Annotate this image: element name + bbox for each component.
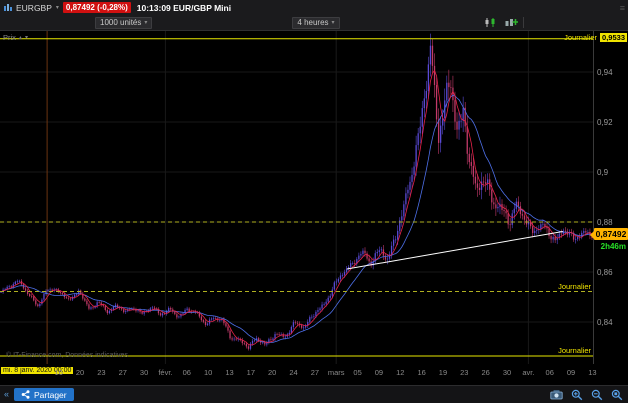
time-axis-label: 09 [566, 368, 576, 377]
chart-toolbar: 1000 unités ▾ 4 heures ▾ [0, 15, 628, 31]
price-chart-canvas[interactable] [0, 31, 593, 364]
time-axis-label: 19 [438, 368, 448, 377]
chevron-down-icon: ▾ [331, 19, 335, 26]
data-provider-watermark: © IT-Finance.com, Données indicatives [6, 352, 128, 359]
time-axis[interactable]: mi. 8 janv. 2020 00:00 16 20 23 27 30 févr. 06 1… [0, 364, 626, 382]
price-axis-label: 0,86 [597, 267, 613, 277]
chart-area: Prix ▴ ▾ © IT-Finance.com, Données indic… [0, 31, 628, 385]
level-name: Journalier [558, 281, 591, 291]
time-axis-label: 13 [588, 368, 597, 377]
time-axis-label: 20 [268, 368, 277, 377]
zoom-in-icon[interactable] [569, 388, 584, 401]
chevron-down-icon[interactable]: ▾ [25, 34, 28, 41]
add-chart-icon[interactable] [503, 16, 519, 29]
time-axis-label: 06 [545, 368, 554, 377]
toolbar-divider [523, 17, 524, 28]
time-axis-label: 13 [225, 368, 234, 377]
price-axis-label: 0,88 [597, 217, 613, 227]
chevron-down-icon[interactable]: ▾ [56, 5, 59, 11]
time-axis-label: 10 [203, 368, 213, 377]
time-axis-label: mars [327, 368, 345, 377]
daily-level-label: Journalier [558, 346, 591, 355]
time-axis-label: 20 [75, 368, 85, 377]
quantity-value: 1000 unités [100, 18, 142, 27]
status-bar: « Partager [0, 385, 628, 403]
candle-countdown: 2h46m [600, 241, 626, 251]
snapshot-camera-icon[interactable] [549, 388, 564, 401]
time-axis-label: 30 [502, 368, 512, 377]
trading-platform-window: EURGBP ▾ 0,87492 (-0,28%) 10:13:09 EUR/G… [0, 0, 628, 403]
time-axis-label: 24 [289, 368, 298, 377]
quantity-dropdown[interactable]: 1000 unités ▾ [95, 16, 153, 29]
time-axis-label: 05 [353, 368, 362, 377]
collapse-panel-icon[interactable]: « [4, 390, 9, 399]
title-bar: EURGBP ▾ 0,87492 (-0,28%) 10:13:09 EUR/G… [0, 0, 628, 15]
price-axis[interactable]: 0,87492 2h46m 0,84 0,86 0,88 0,9 0,92 0,94 [590, 31, 628, 364]
share-icon [21, 390, 30, 399]
time-axis-label: 26 [481, 368, 490, 377]
level-name: Journalier [558, 346, 591, 355]
daily-level-label: Journalier [558, 282, 591, 291]
price-axis-label: 0,94 [597, 67, 613, 77]
chevron-down-icon: ▾ [144, 19, 148, 26]
time-axis-label: 27 [310, 368, 320, 377]
panel-title: Prix [3, 33, 16, 42]
zoom-controls [549, 388, 624, 401]
time-axis-label: 06 [182, 368, 191, 377]
time-axis-label: 27 [118, 368, 127, 377]
level-value-badge: 0,9533 [600, 33, 627, 42]
time-axis-label: 12 [396, 368, 405, 377]
timeframe-value: 4 heures [297, 18, 329, 27]
price-axis-label: 0,84 [597, 317, 613, 327]
time-axis-label: 23 [97, 368, 106, 377]
chevron-up-icon[interactable]: ▴ [19, 34, 22, 41]
time-axis-label: 17 [246, 368, 255, 377]
current-price-marker: 0,87492 [590, 227, 628, 240]
share-label: Partager [34, 389, 67, 400]
daily-level-label: Journalier 0,9533 [564, 33, 627, 42]
time-axis-label: 16 [54, 368, 63, 377]
share-button[interactable]: Partager [14, 388, 74, 401]
session-info: 10:13:09 EUR/GBP Mini [136, 2, 232, 13]
time-axis-label: avr. [522, 368, 535, 377]
price-axis-label: 0,92 [597, 117, 613, 127]
time-axis-label: 16 [417, 368, 426, 377]
window-menu-icon[interactable]: ≡ [620, 3, 625, 13]
time-axis-label: 30 [139, 368, 149, 377]
time-axis-label: 09 [374, 368, 384, 377]
time-axis-label: févr. [158, 368, 173, 377]
level-name: Journalier [564, 33, 598, 42]
indicators-icon[interactable] [483, 16, 499, 29]
timeframe-dropdown[interactable]: 4 heures ▾ [292, 16, 340, 29]
price-axis-label: 0,9 [597, 167, 609, 177]
instrument-label[interactable]: EURGBP [16, 3, 52, 13]
toolbar-icon-group [483, 16, 524, 29]
zoom-out-icon[interactable] [589, 388, 604, 401]
time-axis-label: 23 [460, 368, 469, 377]
price-change-badge[interactable]: 0,87492 (-0,28%) [62, 2, 131, 13]
price-panel-label: Prix ▴ ▾ [3, 33, 28, 42]
zoom-reset-icon[interactable] [609, 388, 624, 401]
